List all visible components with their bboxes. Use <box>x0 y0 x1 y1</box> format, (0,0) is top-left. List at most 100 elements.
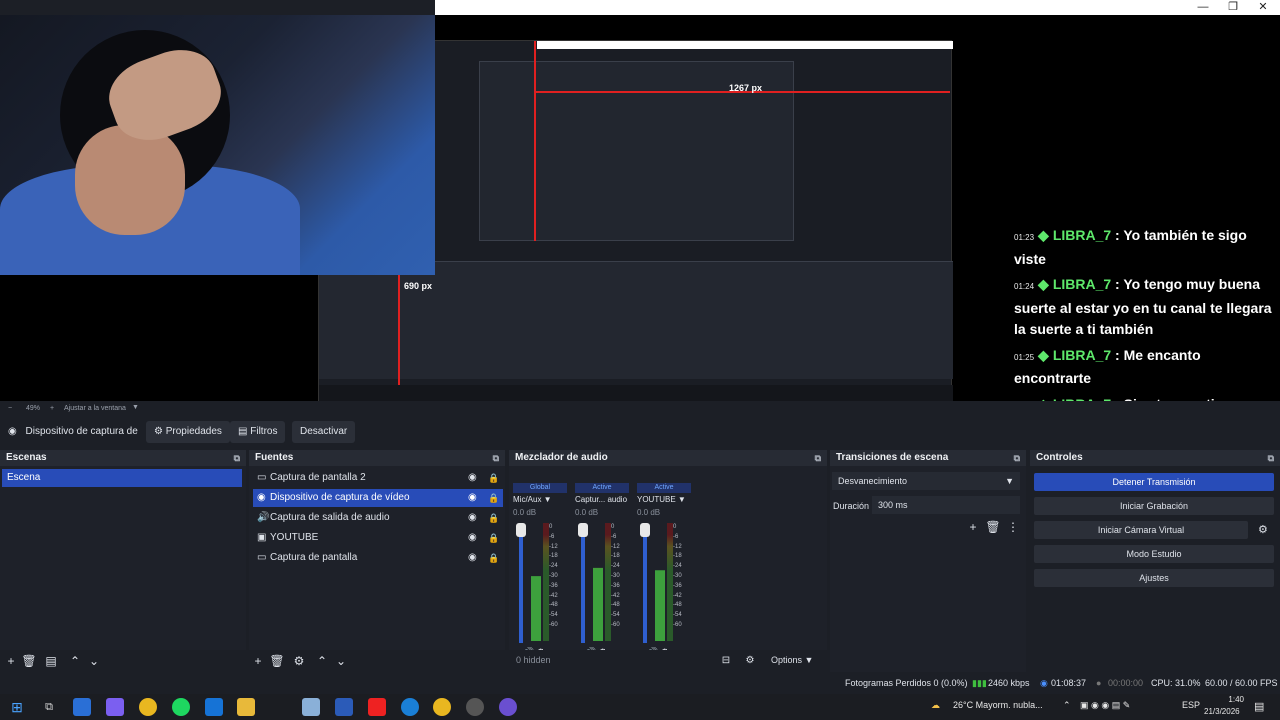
volume-knob[interactable] <box>516 523 526 537</box>
layout-icon[interactable]: ⊟ <box>717 652 735 670</box>
store-icon[interactable] <box>73 698 91 716</box>
monitor-icon: ▭ <box>257 472 267 483</box>
gear-icon[interactable]: ⚙ <box>290 652 308 670</box>
duration-label: Duración <box>833 501 870 511</box>
clock-time[interactable]: 1:40 <box>1214 695 1244 704</box>
eye-icon[interactable]: ◉ <box>468 489 477 507</box>
weather-text[interactable]: 26°C Mayorm. nubla... <box>953 700 1043 710</box>
tray-chevron-icon[interactable]: ⌃ <box>1063 700 1071 711</box>
camera-icon: ◉ <box>257 492 266 503</box>
duration-field[interactable]: 300 ms <box>872 496 1020 514</box>
add-icon[interactable]: + <box>249 652 267 670</box>
clock-date[interactable]: 21/3/2026 <box>1204 707 1240 716</box>
close-icon[interactable]: ✕ <box>1248 0 1278 15</box>
chat-user: LIBRA_7 <box>1052 346 1112 363</box>
settings-button[interactable]: Ajustes <box>1034 569 1274 587</box>
gear-icon[interactable]: ⚙ <box>1258 523 1268 536</box>
chrome-icon[interactable] <box>139 698 157 716</box>
zoom-fit-label[interactable]: Ajustar a la ventana <box>64 405 126 412</box>
lock-icon[interactable]: 🔒 <box>488 529 499 547</box>
edge-icon[interactable] <box>401 698 419 716</box>
add-icon[interactable]: + <box>2 652 20 670</box>
signal-icon: ▮▮▮ <box>972 678 987 688</box>
zoom-dropdown-icon[interactable]: ▼ <box>132 404 139 411</box>
scene-item[interactable]: Escena <box>2 469 242 487</box>
source-item[interactable]: ◉ Dispositivo de captura de vídeo ◉ 🔒 <box>253 489 503 507</box>
channel-name[interactable]: Mic/Aux ▼ <box>513 495 567 504</box>
studio-mode-button[interactable]: Modo Estudio <box>1034 545 1274 563</box>
mixer-channel: Global Mic/Aux ▼ 0.0 dB 0 -6 -12 -18 -24 -30 -36 -… <box>513 483 567 657</box>
move-down-icon[interactable]: ⌄ <box>332 652 350 670</box>
folder-icon[interactable] <box>237 698 255 716</box>
channel-db: 0.0 dB <box>637 508 661 517</box>
source-item[interactable]: ▣ YOUTUBE ◉ 🔒 <box>253 529 503 547</box>
lock-icon[interactable]: 🔒 <box>488 509 499 527</box>
advanced-audio-icon[interactable]: ⚙ <box>741 652 759 670</box>
windows-start-icon[interactable]: ⊞ <box>8 698 26 716</box>
channel-name[interactable]: YOUTUBE ▼ <box>637 495 691 504</box>
word-icon[interactable] <box>335 698 353 716</box>
start-recording-button[interactable]: Iniciar Grabación <box>1034 497 1274 515</box>
sources-list: ▭ Captura de pantalla 2 ◉ 🔒 ◉ Dispositiv… <box>249 466 505 650</box>
move-up-icon[interactable]: ⌃ <box>66 652 84 670</box>
copilot-icon[interactable] <box>106 698 124 716</box>
task-view-icon[interactable]: ⧉ <box>40 698 58 716</box>
source-item[interactable]: ▭ Captura de pantalla 2 ◉ 🔒 <box>253 469 503 487</box>
transition-type-select[interactable]: Desvanecimiento ▼ <box>832 472 1020 490</box>
source-item[interactable]: ▭ Captura de pantalla ◉ 🔒 <box>253 549 503 567</box>
add-icon[interactable]: + <box>964 518 982 536</box>
eye-icon[interactable]: ◉ <box>468 509 477 527</box>
volume-knob[interactable] <box>578 523 588 537</box>
mail-icon[interactable] <box>205 698 223 716</box>
more-icon[interactable]: ⋮ <box>1004 518 1022 536</box>
lock-icon[interactable]: 🔒 <box>488 549 499 567</box>
tray-icons[interactable]: ▣ ◉ ◉ ▤ ✎ <box>1080 700 1130 711</box>
undock-icon[interactable]: ⧉ <box>493 450 499 466</box>
volume-slider[interactable] <box>643 523 647 643</box>
lock-icon[interactable]: 🔒 <box>488 489 499 507</box>
stop-stream-button[interactable]: Detener Transmisión <box>1034 473 1274 491</box>
eye-icon[interactable]: ◉ <box>468 549 477 567</box>
zoom-in-icon[interactable]: + <box>50 405 54 412</box>
youtube-icon[interactable] <box>368 698 386 716</box>
scale-tick: -48 <box>549 602 558 609</box>
trash-icon[interactable]: 🗑 <box>20 652 38 670</box>
virtual-camera-button[interactable]: Iniciar Cámara Virtual <box>1034 521 1248 539</box>
eye-icon[interactable]: ◉ <box>468 529 477 547</box>
channel-name[interactable]: Captur... audio ▼ <box>575 495 629 504</box>
deactivate-button[interactable]: Desactivar <box>292 421 356 443</box>
app-icon[interactable] <box>302 698 320 716</box>
filter-icon[interactable]: ▤ <box>42 652 60 670</box>
spotify-icon[interactable] <box>172 698 190 716</box>
notification-icon[interactable]: ▤ <box>1254 700 1264 713</box>
undock-icon[interactable]: ⧉ <box>1268 450 1274 466</box>
move-down-icon[interactable]: ⌄ <box>85 652 103 670</box>
filters-button[interactable]: ▤ Filtros <box>230 421 286 443</box>
cpu-usage: CPU: 31.0% <box>1151 678 1201 688</box>
volume-knob[interactable] <box>640 523 650 537</box>
source-item[interactable]: 🔊 Captura de salida de audio ◉ 🔒 <box>253 509 503 527</box>
volume-slider[interactable] <box>581 523 585 643</box>
zoom-out-icon[interactable]: − <box>8 405 12 412</box>
eye-icon[interactable]: ◉ <box>468 469 477 487</box>
chrome-icon[interactable] <box>433 698 451 716</box>
windows-taskbar: ⊞ ⧉ ☁ 26°C Mayorm. nubla... ⌃ ▣ ◉ ◉ ▤ ✎ … <box>0 694 1280 720</box>
minimize-icon[interactable]: — <box>1188 0 1218 15</box>
lock-icon[interactable]: 🔒 <box>488 469 499 487</box>
undock-icon[interactable]: ⧉ <box>815 450 821 466</box>
obs-icon[interactable] <box>466 698 484 716</box>
preview-canvas[interactable]: 1267 px 690 px 01:23 ◆ LIBRA_7 : Yo tambié… <box>0 15 1280 401</box>
properties-button[interactable]: ⚙ Propiedades <box>146 421 230 443</box>
undock-icon[interactable]: ⧉ <box>234 450 240 466</box>
undock-icon[interactable]: ⧉ <box>1014 450 1020 466</box>
options-button[interactable]: Options ▼ <box>771 655 813 665</box>
language-indicator[interactable]: ESP <box>1182 700 1200 710</box>
trash-icon[interactable]: 🗑 <box>268 652 286 670</box>
trash-icon[interactable]: 🗑 <box>984 518 1002 536</box>
chat-app-icon[interactable] <box>499 698 517 716</box>
controls-header: Controles ⧉ <box>1030 450 1280 466</box>
move-up-icon[interactable]: ⌃ <box>313 652 331 670</box>
maximize-icon[interactable]: ❐ <box>1218 0 1248 15</box>
volume-slider[interactable] <box>519 523 523 643</box>
live-time: 01:08:37 <box>1051 678 1087 688</box>
